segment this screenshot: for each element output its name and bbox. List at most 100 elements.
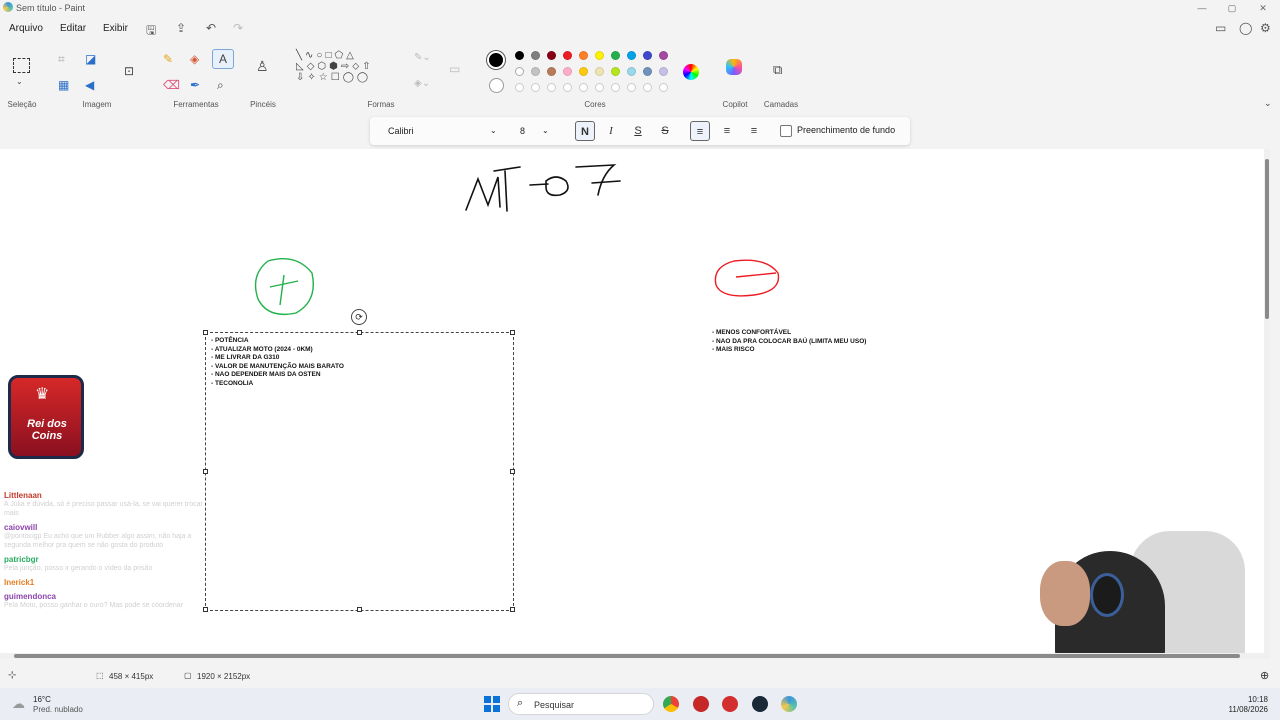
text-tool-icon[interactable]: A [212, 49, 234, 69]
save-icon[interactable]: 🖫 [146, 21, 156, 42]
strikethrough-button[interactable]: S [655, 121, 675, 141]
align-left-icon[interactable]: ≡ [690, 121, 710, 141]
palette-swatch[interactable] [579, 51, 588, 60]
menu-file[interactable]: Arquivo [9, 23, 43, 34]
custom-color-slot[interactable] [531, 83, 540, 92]
palette-swatch[interactable] [643, 67, 652, 76]
share-icon[interactable]: ⇪ [176, 21, 186, 35]
resize-handle[interactable] [510, 607, 515, 612]
palette-swatch[interactable] [595, 51, 604, 60]
menu-view[interactable]: Exibir [103, 23, 128, 34]
palette-swatch[interactable] [627, 67, 636, 76]
palette-swatch[interactable] [627, 51, 636, 60]
magnifier-icon[interactable]: ⌕ [217, 78, 224, 93]
palette-swatch[interactable] [563, 51, 572, 60]
menu-edit[interactable]: Editar [60, 23, 86, 34]
palette-swatch[interactable] [531, 67, 540, 76]
font-family-dropdown[interactable]: Calibri ⌄ [382, 122, 506, 140]
chrome-icon[interactable] [663, 696, 679, 712]
rotate-handle-icon[interactable]: ⟳ [351, 309, 367, 325]
resize-handle[interactable] [510, 330, 515, 335]
shape-fill-icon[interactable]: ◈⌄ [414, 78, 430, 89]
vertical-scrollbar[interactable] [1264, 149, 1270, 659]
rotate-icon[interactable]: ◀ [85, 78, 94, 92]
palette-swatch[interactable] [659, 51, 668, 60]
palette-swatch[interactable] [611, 67, 620, 76]
weather-desc[interactable]: Pred. nublado [33, 705, 83, 714]
app-red-icon[interactable] [693, 696, 709, 712]
windows-start-icon[interactable] [484, 696, 500, 712]
pencil-icon[interactable]: ✎ [163, 52, 173, 66]
custom-color-slot[interactable] [627, 83, 636, 92]
palette-swatch[interactable] [515, 51, 524, 60]
undo-icon[interactable]: ↶ [206, 21, 216, 35]
palette-swatch[interactable] [515, 67, 524, 76]
drawing-canvas[interactable]: ⟳ - POTÊNCIA - ATUALIZAR MOTO (2024 - 0KM… [0, 149, 1270, 659]
secondary-color[interactable] [489, 78, 504, 93]
custom-color-slot[interactable] [547, 83, 556, 92]
resize-icon[interactable]: ◪ [85, 52, 96, 66]
palette-swatch[interactable] [531, 51, 540, 60]
vertical-scroll-thumb[interactable] [1265, 159, 1269, 319]
eraser-icon[interactable]: ⌫ [163, 78, 180, 92]
bold-button[interactable]: N [575, 121, 595, 141]
redo-icon[interactable]: ↷ [233, 21, 243, 35]
outline-icon[interactable]: ✎⌄ [414, 52, 431, 63]
custom-color-slot[interactable] [563, 83, 572, 92]
weather-temp[interactable]: 16°C [33, 695, 51, 704]
clock-date[interactable]: 11/08/2026 [1220, 705, 1268, 714]
color-picker-icon[interactable]: ✒ [190, 78, 200, 92]
horizontal-scrollbar[interactable] [0, 653, 1264, 659]
custom-color-slot[interactable] [659, 83, 668, 92]
minimize-icon[interactable]: — [1194, 1, 1210, 15]
custom-color-slot[interactable] [611, 83, 620, 92]
select-tool-icon[interactable] [13, 58, 30, 73]
palette-swatch[interactable] [611, 51, 620, 60]
app-red2-icon[interactable] [722, 696, 738, 712]
paint-taskbar-icon[interactable] [781, 696, 797, 712]
palette-swatch[interactable] [579, 67, 588, 76]
copilot-icon[interactable] [726, 59, 742, 75]
resize-handle[interactable] [357, 607, 362, 612]
palette-swatch[interactable] [595, 67, 604, 76]
fill-icon[interactable]: ◈ [190, 52, 199, 66]
close-icon[interactable]: ✕ [1255, 1, 1271, 15]
text-selection-box[interactable]: - POTÊNCIA - ATUALIZAR MOTO (2024 - 0KM) -… [203, 330, 515, 612]
palette-swatch[interactable] [659, 67, 668, 76]
custom-color-slot[interactable] [579, 83, 588, 92]
shapes-gallery[interactable]: ╲∿○□⬠△ ◺◇⬡⬢⇨⬦⇧ ⇩✧☆☐◯◯ [296, 50, 374, 83]
palette-swatch[interactable] [547, 67, 556, 76]
account-icon[interactable]: ◯ [1239, 21, 1252, 35]
image-select-icon[interactable]: ▦ [58, 78, 69, 92]
palette-swatch[interactable] [547, 51, 556, 60]
resize-handle[interactable] [357, 330, 362, 335]
image-creator-icon[interactable]: ⊡ [124, 64, 134, 78]
ribbon-collapse-icon[interactable]: ⌄ [1264, 98, 1272, 109]
fill-background-checkbox[interactable] [780, 125, 792, 137]
edit-colors-icon[interactable] [683, 64, 699, 80]
settings-icon[interactable]: ⚙ [1260, 21, 1271, 35]
align-right-icon[interactable]: ≡ [744, 121, 764, 141]
underline-button[interactable]: S [628, 121, 648, 141]
resize-handle[interactable] [203, 330, 208, 335]
steam-icon[interactable] [752, 696, 768, 712]
maximize-icon[interactable]: ▢ [1224, 1, 1240, 15]
zoom-in-icon[interactable]: ⊕ [1260, 669, 1269, 682]
clock-time[interactable]: 10:18 [1228, 695, 1268, 704]
primary-color[interactable] [487, 51, 505, 69]
palette-swatch[interactable] [643, 51, 652, 60]
shape-size-icon[interactable]: ▭ [449, 62, 460, 76]
layers-icon[interactable]: ⧉ [773, 62, 782, 78]
pros-text-block[interactable]: - POTÊNCIA - ATUALIZAR MOTO (2024 - 0KM) -… [211, 337, 344, 389]
custom-color-slot[interactable] [595, 83, 604, 92]
align-center-icon[interactable]: ≡ [717, 121, 737, 141]
italic-button[interactable]: I [601, 121, 621, 141]
custom-color-slot[interactable] [643, 83, 652, 92]
chevron-down-icon[interactable]: ⌄ [16, 77, 23, 86]
horizontal-scroll-thumb[interactable] [14, 654, 1240, 658]
custom-color-slot[interactable] [515, 83, 524, 92]
resize-handle[interactable] [510, 469, 515, 474]
taskbar-search[interactable]: ⌕ Pesquisar [508, 693, 654, 715]
brush-icon[interactable]: ♙ [256, 58, 269, 75]
resize-handle[interactable] [203, 469, 208, 474]
